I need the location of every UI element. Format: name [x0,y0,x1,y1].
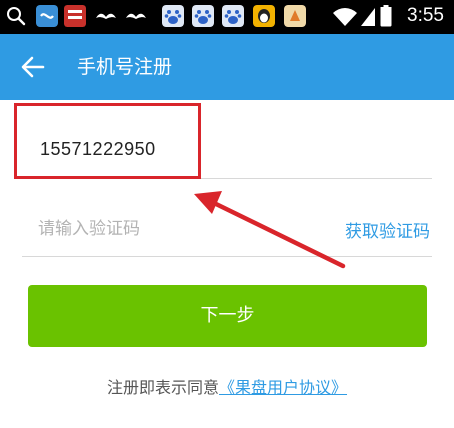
page-title: 手机号注册 [77,56,173,78]
verification-code-field: 获取验证码 [22,203,432,257]
highlight-box [14,103,201,179]
agreement-text: 注册即表示同意《果盘用户协议》 [0,374,454,398]
battery-icon [380,5,392,27]
code-field-underline [22,256,432,257]
search-icon [7,7,26,26]
user-agreement-link[interactable]: 《果盘用户协议》 [219,378,347,397]
app-bar: 手机号注册 [0,34,454,100]
agreement-prefix: 注册即表示同意 [106,378,219,397]
baidu-paw-icon [162,5,184,27]
game-icon [284,5,306,27]
news-app-icon [64,5,86,27]
app-icon [36,5,58,27]
signal-icon [361,8,375,26]
qq-penguin-icon [253,5,275,27]
mustache-icon [126,13,146,19]
verification-code-input[interactable] [36,213,300,245]
next-step-button[interactable]: 下一步 [28,285,427,347]
mustache-icon [96,13,116,19]
get-code-button[interactable]: 获取验证码 [345,217,430,242]
status-time: 3:55 [407,5,444,26]
status-bar: 3:55 [0,0,454,34]
back-arrow-icon[interactable] [20,54,46,80]
wifi-icon [333,8,357,26]
baidu-paw-icon [222,5,244,27]
screen: 3:55 手机号注册 15571222950 获取验证码 下一步 注册即表示同意… [0,0,454,428]
baidu-paw-icon [192,5,214,27]
